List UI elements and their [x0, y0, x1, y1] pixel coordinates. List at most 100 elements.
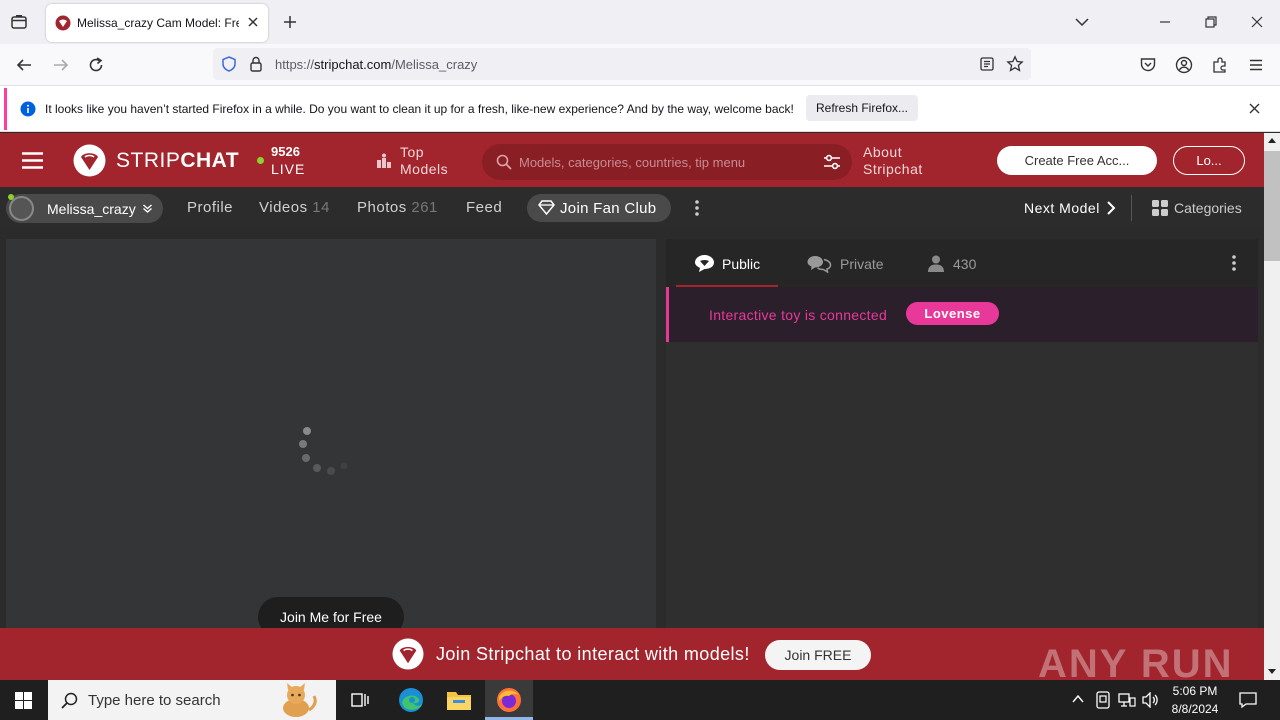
reader-view-icon[interactable]	[979, 56, 995, 72]
viewer-count[interactable]: 430	[953, 256, 976, 272]
lovense-badge[interactable]: Lovense	[906, 302, 999, 325]
cat-illustration-icon	[272, 682, 320, 718]
restore-icon[interactable]	[1204, 15, 1218, 29]
extensions-icon[interactable]	[1211, 56, 1229, 74]
video-player[interactable]: Join Me for Free	[6, 239, 656, 637]
browser-toolbar: https://stripchat.com/Melissa_crazy	[0, 44, 1280, 86]
refresh-firefox-notification: It looks like you haven’t started Firefo…	[0, 86, 1280, 132]
clock-date[interactable]: 8/8/2024	[1167, 702, 1223, 716]
interactive-toy-notice: Interactive toy is connected Lovense	[666, 287, 1258, 342]
chevron-right-icon[interactable]	[1106, 200, 1116, 216]
join-fan-club-button[interactable]: Join Fan Club	[527, 194, 671, 222]
list-all-tabs-icon[interactable]	[1074, 15, 1090, 29]
more-options-icon[interactable]	[694, 199, 700, 217]
join-banner: Join Stripchat to interact with models! …	[0, 628, 1264, 686]
photos-tab[interactable]: Photos 261	[357, 199, 438, 216]
login-button[interactable]: Lo...	[1173, 146, 1245, 175]
url-bar[interactable]: https://stripchat.com/Melissa_crazy	[213, 48, 1031, 80]
categories-link[interactable]: Categories	[1174, 200, 1242, 216]
notification-center-icon[interactable]	[1239, 691, 1257, 709]
private-chat-icon	[806, 254, 832, 273]
model-name-dropdown[interactable]: Melissa_crazy	[6, 194, 163, 223]
browser-tab-bar: Melissa_crazy Cam Model: Free	[0, 0, 1280, 44]
task-view-icon[interactable]	[351, 691, 369, 709]
create-account-button[interactable]: Create Free Acc...	[997, 146, 1157, 175]
scrollbar-thumb[interactable]	[1264, 151, 1280, 261]
tab-title: Melissa_crazy Cam Model: Free	[77, 16, 239, 30]
window-close-icon[interactable]	[1250, 15, 1264, 29]
top-models-icon	[376, 153, 392, 169]
chat-more-options-icon[interactable]	[1231, 254, 1237, 272]
online-status-dot	[8, 194, 14, 200]
account-icon[interactable]	[1175, 56, 1193, 74]
search-icon	[496, 154, 512, 170]
tab-public[interactable]: Public	[722, 256, 760, 272]
page-scrollbar[interactable]	[1264, 133, 1280, 680]
tracking-protection-shield-icon[interactable]	[221, 56, 237, 72]
stripchat-logo-icon[interactable]	[73, 144, 106, 177]
public-chat-icon	[694, 254, 715, 273]
file-explorer-icon[interactable]	[446, 688, 472, 712]
videos-tab[interactable]: Videos 14	[259, 199, 330, 216]
diamond-icon	[538, 200, 555, 215]
url-text: https://stripchat.com/Melissa_crazy	[275, 57, 478, 72]
new-tab-icon[interactable]	[282, 14, 298, 30]
categories-grid-icon[interactable]	[1152, 200, 1168, 216]
join-free-button[interactable]: Join FREE	[765, 640, 871, 670]
tab-private[interactable]: Private	[840, 256, 884, 272]
volume-icon[interactable]	[1142, 692, 1160, 708]
bookmark-star-icon[interactable]	[1006, 55, 1024, 73]
join-fan-club-label: Join Fan Club	[560, 200, 657, 217]
chevron-down-icon	[142, 203, 153, 214]
lock-icon[interactable]	[249, 56, 263, 72]
reload-icon[interactable]	[87, 56, 105, 74]
about-stripchat-link[interactable]: About Stripchat	[863, 144, 943, 178]
stripchat-banner-logo-icon	[392, 638, 424, 670]
chat-panel: Public Private 430 Interactive toy is co…	[666, 239, 1258, 628]
windows-start-icon[interactable]	[15, 692, 32, 709]
main-content: Join Me for Free Public Private 430 Inte…	[0, 229, 1264, 637]
avatar	[9, 196, 34, 221]
search-box[interactable]: Models, categories, countries, tip menu	[482, 144, 852, 180]
viewers-icon	[928, 255, 944, 272]
browser-tab-active[interactable]: Melissa_crazy Cam Model: Free	[46, 4, 268, 42]
notification-close-icon[interactable]	[1248, 102, 1261, 115]
hamburger-menu-icon[interactable]	[22, 152, 43, 169]
minimize-icon[interactable]	[1158, 15, 1172, 29]
pocket-icon[interactable]	[1139, 56, 1157, 74]
stripchat-logo-text[interactable]: STRIPCHAT	[116, 149, 239, 173]
back-icon[interactable]	[15, 56, 33, 74]
site-header: STRIPCHAT 9526 LIVE Top Models Models, c…	[0, 133, 1264, 187]
info-icon	[20, 101, 36, 117]
edge-browser-icon[interactable]	[398, 687, 424, 713]
forward-icon[interactable]	[52, 56, 70, 74]
tab-list-icon[interactable]	[10, 13, 28, 31]
profile-tab[interactable]: Profile	[187, 199, 233, 216]
model-name: Melissa_crazy	[47, 201, 136, 217]
feed-tab[interactable]: Feed	[466, 199, 502, 216]
clock-time[interactable]: 5:06 PM	[1171, 684, 1219, 698]
notification-message: It looks like you haven’t started Firefo…	[45, 102, 794, 116]
scroll-up-arrow-icon[interactable]	[1268, 137, 1276, 143]
search-placeholder: Models, categories, countries, tip menu	[519, 155, 746, 170]
nav-divider	[1131, 195, 1132, 221]
taskbar-search-box[interactable]: Type here to search	[48, 680, 336, 720]
search-filters-icon[interactable]	[823, 154, 841, 170]
next-model-link[interactable]: Next Model	[1024, 200, 1100, 216]
network-icon[interactable]	[1118, 692, 1136, 708]
banner-message: Join Stripchat to interact with models!	[436, 644, 750, 664]
tab-close-icon[interactable]	[246, 15, 260, 29]
show-hidden-icons-icon[interactable]	[1071, 694, 1085, 704]
loading-spinner-icon	[296, 425, 356, 477]
refresh-firefox-button[interactable]: Refresh Firefox...	[806, 95, 918, 121]
top-models-link[interactable]: Top Models	[400, 144, 460, 178]
firefox-taskbar-item[interactable]	[485, 680, 533, 720]
scroll-down-arrow-icon[interactable]	[1268, 669, 1276, 675]
app-menu-icon[interactable]	[1247, 56, 1265, 74]
device-icon[interactable]	[1095, 691, 1111, 709]
chat-tabs: Public Private 430	[666, 239, 1258, 287]
live-indicator-dot	[257, 157, 264, 164]
stripchat-favicon-icon	[55, 15, 71, 31]
windows-taskbar: Type here to search 5:06 PM 8/8/2024	[0, 680, 1280, 720]
live-label: LIVE	[271, 161, 306, 177]
